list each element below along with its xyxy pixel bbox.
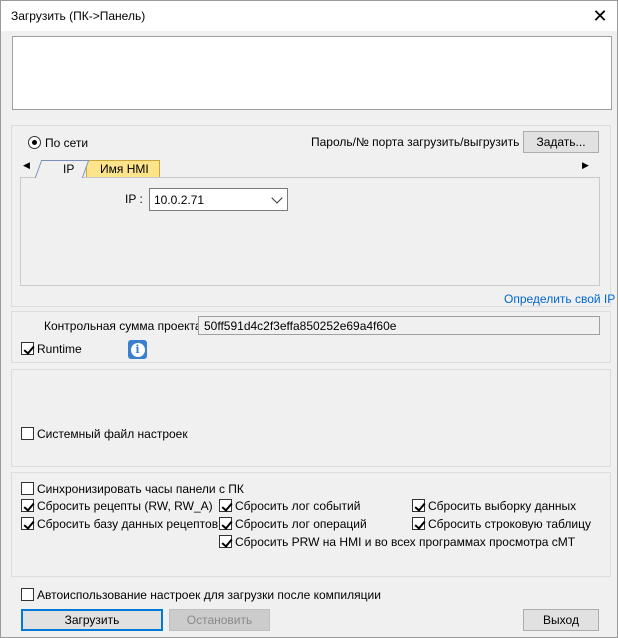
system-settings-group (11, 369, 611, 467)
reset-recipes-checkbox[interactable] (21, 499, 34, 512)
ip-label: IP : (125, 192, 143, 206)
close-icon: ✕ (592, 5, 608, 26)
runtime-checkbox[interactable] (21, 342, 34, 355)
sync-clock-label: Синхронизировать часы панели с ПК (37, 482, 244, 496)
tab-hmi-name-label: Имя HMI (100, 162, 149, 176)
window-title: Загрузить (ПК->Панель) (11, 9, 146, 23)
system-settings-checkbox[interactable] (21, 427, 34, 440)
reset-event-log-label: Сбросить лог событий (235, 499, 361, 513)
checksum-field: 50ff591d4c2f3effa850252e69a4f60e (198, 316, 600, 335)
reset-recipes-label: Сбросить рецепты (RW, RW_A) (37, 499, 213, 513)
set-password-button[interactable]: Задать... (523, 131, 599, 153)
ip-tab-pane (20, 177, 600, 286)
connection-tabs: ◀ ▶ Имя HMI IP (20, 156, 600, 286)
detect-ip-link[interactable]: Определить свой IP (504, 292, 615, 306)
runtime-label: Runtime (37, 342, 82, 356)
chevron-down-icon (271, 192, 283, 204)
sync-clock-checkbox[interactable] (21, 482, 34, 495)
log-output[interactable] (12, 36, 612, 110)
checksum-value: 50ff591d4c2f3effa850252e69a4f60e (204, 318, 397, 333)
reset-string-table-checkbox[interactable] (412, 517, 425, 530)
download-dialog: Загрузить (ПК->Панель) ✕ По сети Пароль/… (0, 0, 618, 638)
reset-data-sampling-label: Сбросить выборку данных (428, 499, 577, 513)
ip-address-value: 10.0.2.71 (154, 192, 205, 207)
title-bar: Загрузить (ПК->Панель) ✕ (1, 1, 617, 31)
tab-ip-label: IP (63, 162, 75, 176)
info-icon[interactable]: i (128, 340, 147, 359)
auto-use-checkbox[interactable] (21, 588, 34, 601)
reset-recipe-db-label: Сбросить базу данных рецептов (37, 517, 219, 531)
reset-operation-log-label: Сбросить лог операций (235, 517, 367, 531)
ip-address-select[interactable]: 10.0.2.71 (149, 188, 288, 211)
system-settings-label: Системный файл настроек (37, 427, 188, 441)
tab-scroll-left-icon[interactable]: ◀ (23, 160, 30, 171)
password-label: Пароль/№ порта загрузить/выгрузить : (311, 135, 527, 149)
tab-ip[interactable] (34, 160, 90, 178)
close-button[interactable]: ✕ (583, 1, 617, 31)
network-radio[interactable] (28, 136, 41, 149)
reset-string-table-label: Сбросить строковую таблицу (428, 517, 591, 531)
checksum-label: Контрольная сумма проекта : (44, 319, 209, 333)
reset-recipe-db-checkbox[interactable] (21, 517, 34, 530)
stop-button[interactable]: Остановить (169, 609, 270, 631)
auto-use-label: Автоиспользование настроек для загрузки … (37, 588, 381, 602)
reset-prw-label: Сбросить PRW на HMI и во всех программах… (235, 535, 576, 549)
download-button[interactable]: Загрузить (21, 609, 163, 631)
reset-prw-checkbox[interactable] (219, 535, 232, 548)
reset-data-sampling-checkbox[interactable] (412, 499, 425, 512)
reset-event-log-checkbox[interactable] (219, 499, 232, 512)
exit-button[interactable]: Выход (523, 609, 599, 631)
reset-operation-log-checkbox[interactable] (219, 517, 232, 530)
tab-scroll-right-icon[interactable]: ▶ (582, 160, 589, 171)
network-radio-label: По сети (45, 136, 89, 150)
